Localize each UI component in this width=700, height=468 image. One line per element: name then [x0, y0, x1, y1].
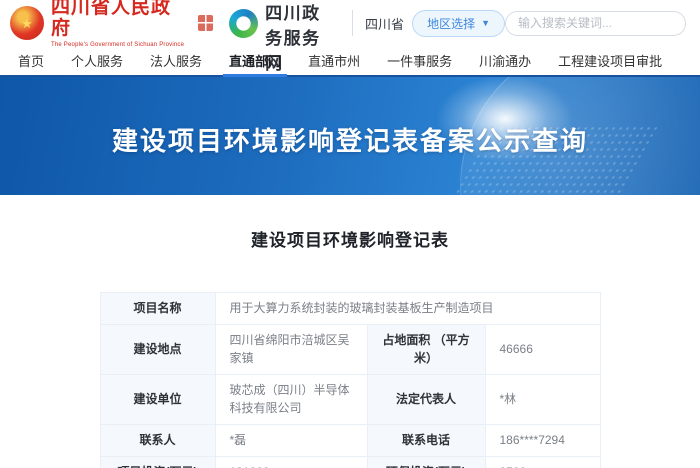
field-value: 玻芯成（四川）半导体科技有限公司: [215, 374, 367, 424]
red-seal-icon: [198, 15, 213, 31]
field-label: 项目名称: [100, 293, 215, 325]
field-label: 联系电话: [367, 424, 485, 456]
page-title: 建设项目环境影响登记表: [0, 226, 700, 251]
nav-item-一件事服务[interactable]: 一件事服务: [387, 46, 452, 75]
nav-item-直通市州[interactable]: 直通市州: [308, 46, 360, 75]
banner: 建设项目环境影响登记表备案公示查询: [0, 77, 700, 195]
emblem-star-icon: ★: [21, 17, 33, 30]
nav-item-工程建设项目审批[interactable]: 工程建设项目审批: [558, 46, 662, 75]
main-nav: 首页个人服务法人服务直通部门直通市州一件事服务川渝通办工程建设项目审批: [0, 46, 700, 77]
gov-logo[interactable]: ★ 四川省人民政府 The People's Government of Sic…: [10, 0, 213, 48]
gov-logo-text: 四川省人民政府 The People's Government of Sichu…: [51, 0, 185, 48]
region-select-button[interactable]: 地区选择 ▼: [412, 10, 505, 37]
nav-item-法人服务[interactable]: 法人服务: [150, 46, 202, 75]
region-select-label: 地区选择: [427, 15, 475, 32]
field-value: *林: [485, 374, 600, 424]
field-value: 四川省绵阳市涪城区吴家镇: [215, 324, 367, 374]
site-header: ★ 四川省人民政府 The People's Government of Sic…: [0, 0, 700, 46]
province-label: 四川省: [365, 14, 404, 33]
table-row: 建设地点四川省绵阳市涪城区吴家镇占地面积 （平方米）46666: [100, 324, 600, 374]
table-row: 建设单位玻芯成（四川）半导体科技有限公司法定代表人*林: [100, 374, 600, 424]
gov-title: 四川省人民政府: [51, 0, 185, 40]
registration-table-body: 项目名称用于大算力系统封装的玻璃封装基板生产制造项目建设地点四川省绵阳市涪城区吴…: [100, 293, 600, 468]
national-emblem-icon: ★: [10, 6, 44, 40]
field-label: 项目投资(万元): [100, 456, 215, 468]
field-label: 建设地点: [100, 324, 215, 374]
page: ★ 四川省人民政府 The People's Government of Sic…: [0, 0, 700, 468]
nav-item-川渝通办[interactable]: 川渝通办: [479, 46, 531, 75]
table-row: 项目投资(万元)131000环保投资(万元)2500: [100, 456, 600, 468]
field-value: *磊: [215, 424, 367, 456]
field-label: 法定代表人: [367, 374, 485, 424]
table-row: 联系人*磊联系电话186****7294: [100, 424, 600, 456]
search-input[interactable]: [505, 11, 686, 36]
nav-item-直通部门[interactable]: 直通部门: [229, 46, 281, 75]
field-label: 联系人: [100, 424, 215, 456]
field-value: 186****7294: [485, 424, 600, 456]
banner-title: 建设项目环境影响登记表备案公示查询: [0, 121, 700, 158]
header-divider: [352, 10, 353, 36]
field-label: 占地面积 （平方米）: [367, 324, 485, 374]
field-value: 用于大算力系统封装的玻璃封装基板生产制造项目: [215, 293, 600, 325]
nav-item-首页[interactable]: 首页: [18, 46, 44, 75]
field-label: 建设单位: [100, 374, 215, 424]
field-value: 131000: [215, 456, 367, 468]
content: 建设项目环境影响登记表 项目名称用于大算力系统封装的玻璃封装基板生产制造项目建设…: [0, 195, 700, 468]
field-label: 环保投资(万元): [367, 456, 485, 468]
nav-item-个人服务[interactable]: 个人服务: [71, 46, 123, 75]
registration-table: 项目名称用于大算力系统封装的玻璃封装基板生产制造项目建设地点四川省绵阳市涪城区吴…: [100, 292, 601, 468]
field-value: 46666: [485, 324, 600, 374]
field-value: 2500: [485, 456, 600, 468]
table-row: 项目名称用于大算力系统封装的玻璃封装基板生产制造项目: [100, 293, 600, 325]
chevron-down-icon: ▼: [481, 18, 490, 28]
portal-logo-icon: [229, 9, 258, 38]
